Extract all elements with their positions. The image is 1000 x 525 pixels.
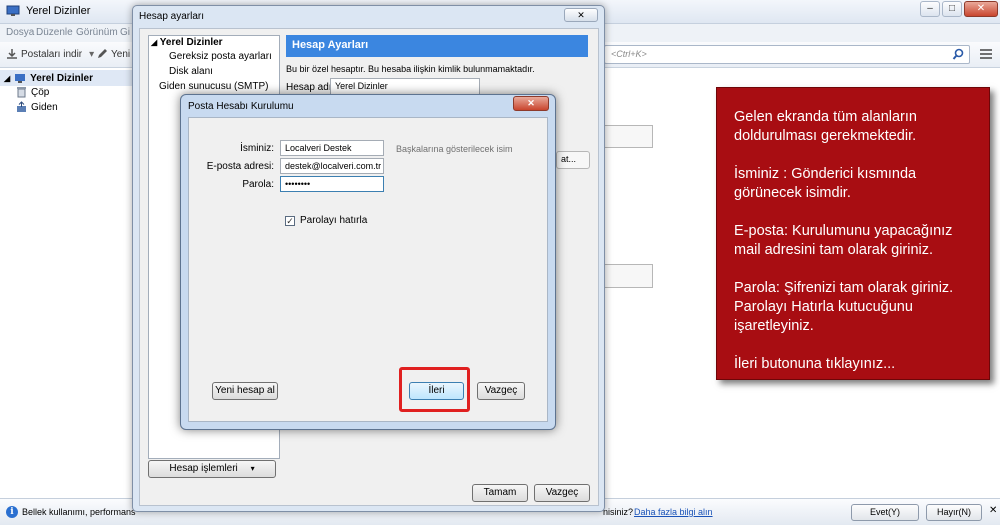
ok-button[interactable]: Tamam [472, 484, 528, 502]
tree-item-local-folders[interactable]: ◢ Yerel Dizinler [151, 37, 223, 48]
mail-setup-dialog: Posta Hesabı Kurulumu ✕ İsminiz: Localve… [180, 94, 556, 430]
folder-local-label: Yerel Dizinler [30, 72, 93, 84]
folder-trash[interactable]: Çöp [16, 86, 49, 98]
mail-setup-body: İsminiz: Localveri Destek Başkalarına gö… [188, 117, 548, 422]
status-message-tail: nisiniz? [603, 507, 634, 517]
panel-description: Bu bir özel hesaptır. Bu hesaba ilişkin … [286, 64, 535, 74]
remember-password-label[interactable]: Parolayı hatırla [300, 215, 367, 226]
monitor-icon [6, 5, 20, 16]
instruction-paragraph: İsminiz : Gönderici kısmında görünecek i… [734, 166, 917, 201]
instruction-box: Gelen ekranda tüm alanların doldurulması… [716, 87, 990, 380]
background-field [603, 125, 653, 148]
search-input[interactable]: <Ctrl+K> [604, 45, 970, 64]
mail-setup-title: Posta Hesabı Kurulumu [188, 101, 294, 112]
status-message: Bellek kullanımı, performans [22, 507, 136, 517]
email-label: E-posta adresi: [206, 161, 274, 172]
search-placeholder: <Ctrl+K> [611, 49, 647, 59]
password-input[interactable]: •••••••• [280, 176, 384, 192]
remember-password-checkbox[interactable]: ✓ [285, 216, 295, 226]
main-title: Yerel Dizinler [6, 5, 90, 17]
download-icon [7, 49, 17, 59]
cancel-button[interactable]: Vazgeç [477, 382, 525, 400]
tree-item-smtp[interactable]: Giden sunucusu (SMTP) [159, 81, 269, 92]
window-controls: – □ ✕ [920, 1, 998, 17]
folder-local-root[interactable]: ◢ Yerel Dizinler [0, 70, 132, 86]
expand-icon[interactable]: ◢ [151, 38, 157, 47]
instruction-paragraph: İleri butonuna tıklayınız... [734, 356, 896, 372]
folder-outbox[interactable]: Giden [16, 101, 58, 113]
tree-root-label: Yerel Dizinler [159, 37, 223, 48]
mail-setup-close-button[interactable]: ✕ [513, 96, 549, 111]
folder-pane: ◢ Yerel Dizinler Çöp Giden [0, 68, 132, 498]
menu-go[interactable]: Gi [120, 27, 130, 38]
learn-more-link[interactable]: Daha fazla bilgi alın [634, 507, 713, 517]
account-name-label: Hesap adı: [286, 82, 335, 93]
pencil-icon [98, 49, 107, 58]
no-button[interactable]: Hayır(N) [926, 504, 982, 521]
instruction-paragraph: Gelen ekranda tüm alanların doldurulması… [734, 109, 917, 144]
name-hint: Başkalarına gösterilecek isim [396, 144, 513, 154]
instruction-paragraph: E-posta: Kurulumunu yapacağınız mail adr… [734, 223, 953, 258]
folder-trash-label: Çöp [31, 86, 50, 98]
info-icon: i [6, 506, 18, 518]
yes-button[interactable]: Evet(Y) [851, 504, 919, 521]
menu-file[interactable]: Dosya [6, 27, 34, 38]
get-mail-label: Postaları indir [21, 48, 83, 60]
instruction-paragraph: Parola: Şifrenizi tam olarak giriniz. Pa… [734, 280, 954, 334]
search-icon[interactable] [952, 48, 965, 61]
cancel-button[interactable]: Vazgeç [534, 484, 590, 502]
minimize-button[interactable]: – [920, 1, 940, 17]
folder-outbox-label: Giden [31, 101, 58, 113]
chevron-down-icon: ▾ [89, 48, 95, 60]
trash-icon [17, 87, 26, 98]
next-button-highlight [399, 367, 470, 412]
main-title-text: Yerel Dizinler [26, 5, 91, 17]
tree-item-junk[interactable]: Gereksiz posta ayarları [169, 51, 272, 62]
monitor-icon [15, 73, 26, 83]
email-input[interactable]: destek@localveri.com.tr [280, 158, 384, 174]
menu-edit[interactable]: Düzenle [36, 27, 73, 38]
get-mail-button[interactable]: Postaları indir ▾ [6, 48, 94, 60]
maximize-button[interactable]: □ [942, 1, 962, 17]
menu-view[interactable]: Görünüm [76, 27, 118, 38]
partial-button[interactable]: at... [556, 151, 590, 169]
account-actions-button[interactable]: Hesap işlemleri ▾ [148, 460, 276, 478]
name-label: İsminiz: [240, 143, 274, 154]
new-account-button[interactable]: Yeni hesap al [212, 382, 278, 400]
background-field [603, 264, 653, 288]
account-actions-label: Hesap işlemleri [169, 463, 238, 474]
password-label: Parola: [242, 179, 274, 190]
account-settings-title: Hesap ayarları [139, 11, 205, 22]
outbox-icon [17, 101, 26, 112]
tree-item-disk[interactable]: Disk alanı [169, 66, 213, 77]
close-icon[interactable]: ✕ [989, 505, 997, 516]
expand-icon[interactable]: ◢ [4, 74, 10, 83]
menu-icon[interactable] [980, 49, 992, 59]
close-button[interactable]: ✕ [964, 1, 998, 17]
name-input[interactable]: Localveri Destek [280, 140, 384, 156]
account-settings-close-button[interactable]: ✕ [564, 8, 598, 22]
chevron-down-icon: ▾ [250, 464, 255, 473]
account-name-input[interactable]: Yerel Dizinler [330, 78, 480, 95]
panel-title: Hesap Ayarları [286, 35, 588, 57]
